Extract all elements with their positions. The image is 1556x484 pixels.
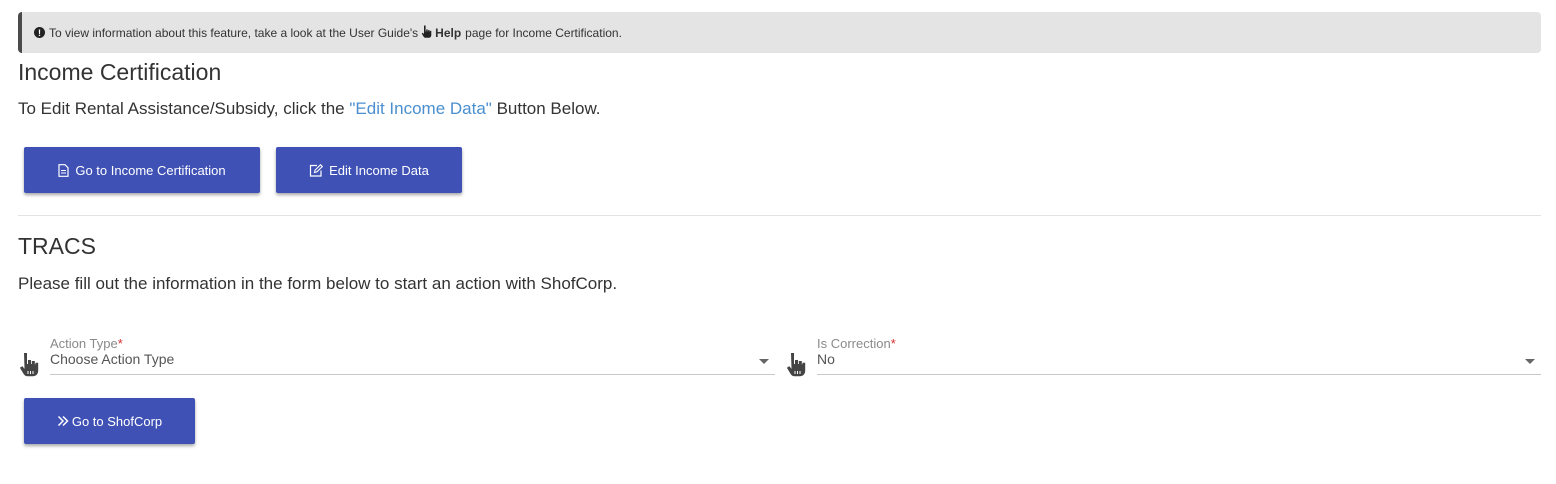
go-to-shofcorp-label: Go to ShofCorp (71, 413, 163, 429)
banner-help-link[interactable]: Help (435, 26, 461, 40)
income-certification-description: To Edit Rental Assistance/Subsidy, click… (18, 100, 601, 117)
go-to-income-certification-button[interactable]: Go to Income Certification (24, 147, 260, 193)
info-banner: ! To view information about this feature… (18, 12, 1541, 53)
edit-icon (310, 163, 324, 177)
banner-text-before: To view information about this feature, … (49, 25, 419, 40)
action-type-select[interactable]: Choose Action Type (50, 350, 775, 375)
double-chevron-right-icon (57, 415, 69, 427)
hand-pointer-icon[interactable] (18, 352, 40, 383)
chevron-down-icon (759, 359, 769, 364)
chevron-down-icon (1525, 359, 1535, 364)
edit-income-data-button[interactable]: Edit Income Data (276, 147, 462, 193)
go-to-income-certification-label: Go to Income Certification (75, 162, 226, 178)
exclamation-icon: ! (34, 27, 45, 38)
action-type-label: Action Type* (50, 336, 123, 351)
edit-income-data-link[interactable]: "Edit Income Data" (349, 99, 491, 118)
tracs-description: Please fill out the information in the f… (18, 274, 618, 293)
go-to-shofcorp-button[interactable]: Go to ShofCorp (24, 398, 195, 444)
edit-income-data-label: Edit Income Data (329, 162, 429, 178)
is-correction-label-text: Is Correction (817, 336, 891, 351)
desc-text-after: Button Below. (496, 99, 601, 118)
desc-text-before: To Edit Rental Assistance/Subsidy, click… (18, 99, 345, 118)
required-mark: * (890, 336, 896, 351)
is-correction-value: No (817, 351, 835, 367)
action-type-value: Choose Action Type (50, 351, 175, 367)
action-type-field: Action Type* Choose Action Type (19, 336, 775, 378)
is-correction-field: Is Correction* No (786, 336, 1541, 378)
action-type-label-text: Action Type (50, 336, 118, 351)
tracs-title: TRACS (18, 233, 96, 259)
required-mark: * (117, 336, 123, 351)
banner-text-after: page for Income Certification. (465, 25, 622, 40)
section-divider (18, 215, 1541, 216)
document-icon (58, 163, 69, 177)
page: ! To view information about this feature… (0, 0, 1556, 484)
is-correction-select[interactable]: No (817, 350, 1541, 375)
is-correction-label: Is Correction* (817, 336, 896, 351)
income-certification-title: Income Certification (18, 59, 222, 85)
hand-pointer-icon (421, 25, 432, 41)
hand-pointer-icon[interactable] (785, 352, 807, 383)
